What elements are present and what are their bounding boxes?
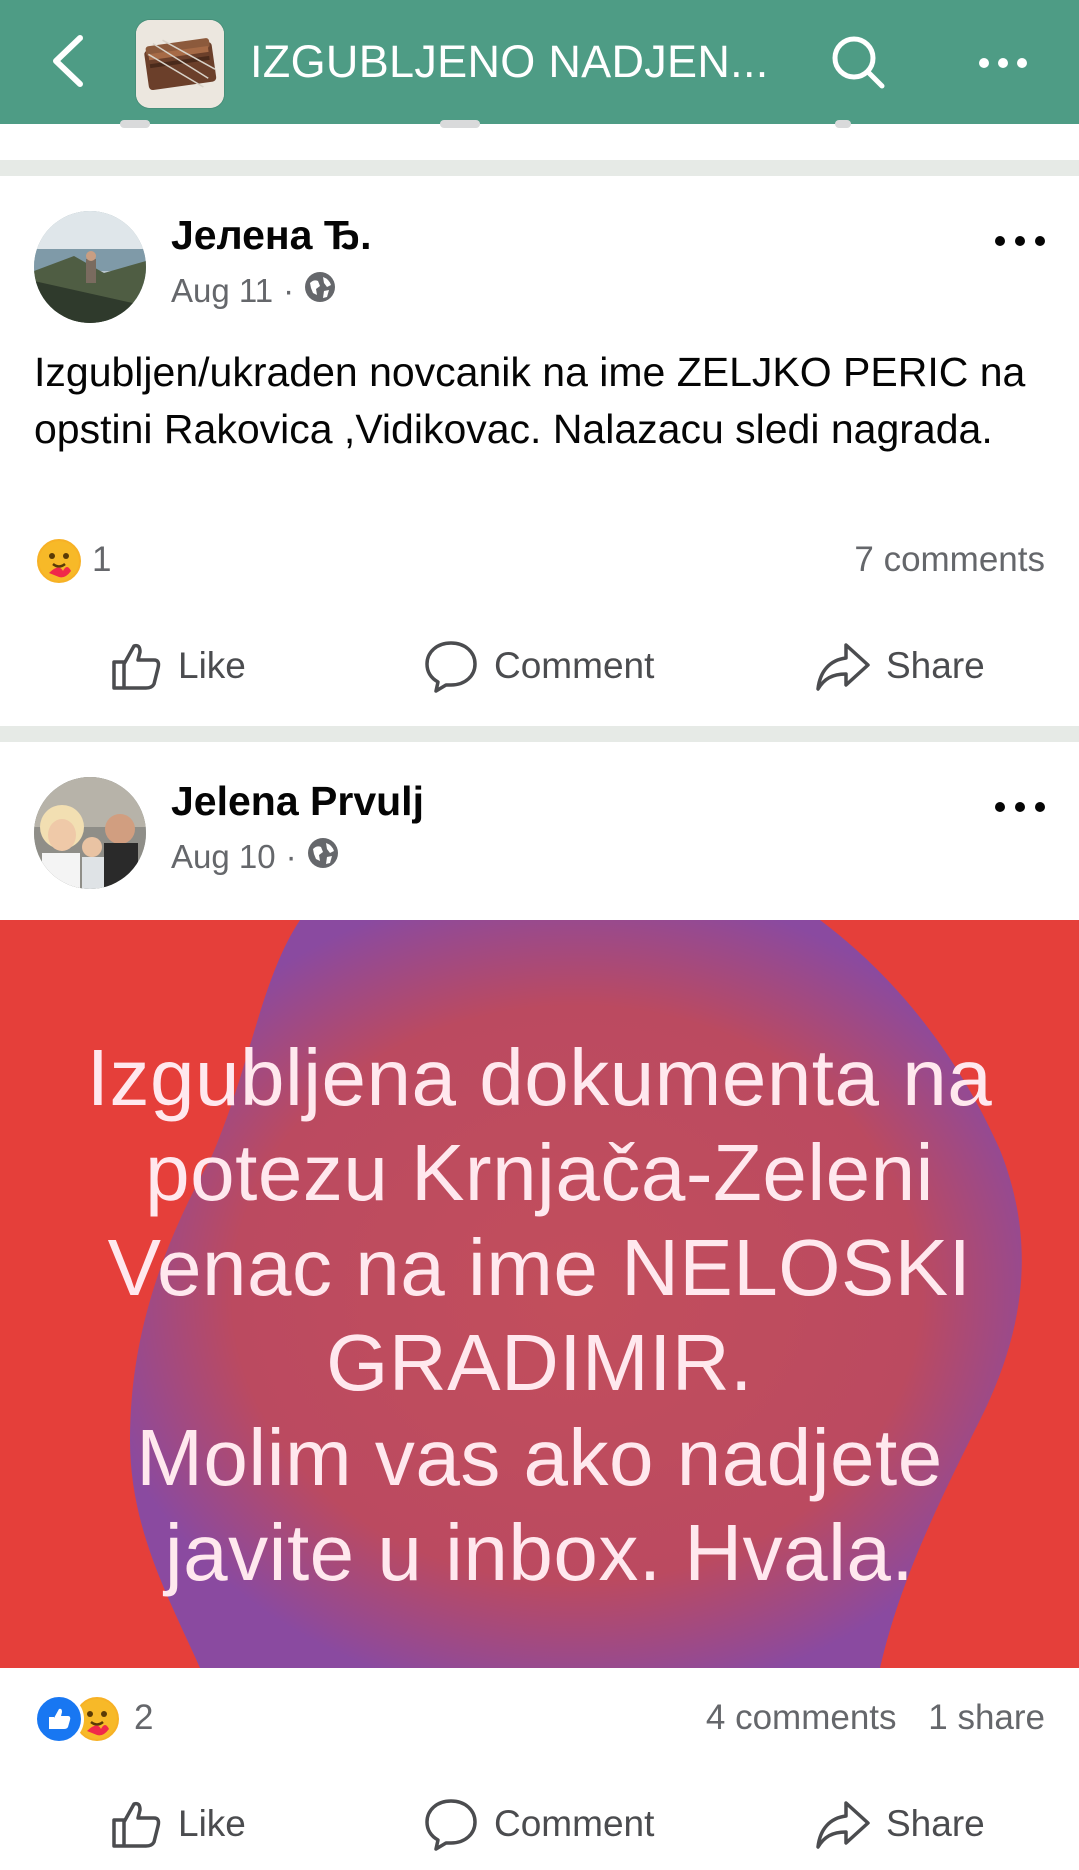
comments-count[interactable]: 7 comments xyxy=(854,540,1045,579)
image-caption-text: Izgubljena dokumenta na potezu Krnjača-Z… xyxy=(86,1033,993,1597)
like-reaction-icon xyxy=(34,1694,84,1744)
meta-separator: · xyxy=(283,272,295,309)
comment-button[interactable]: Comment xyxy=(422,1784,654,1864)
shares-count[interactable]: 1 share xyxy=(928,1698,1045,1737)
reaction-count: 2 xyxy=(134,1698,154,1737)
post-author[interactable]: Јелена Ђ. xyxy=(171,212,372,259)
post-divider xyxy=(0,160,1079,176)
post-image[interactable]: Izgubljena dokumenta na potezu Krnjača-Z… xyxy=(0,920,1079,1668)
globe-icon xyxy=(307,837,339,877)
more-dots-icon[interactable] xyxy=(970,30,1036,96)
post-divider xyxy=(0,726,1079,742)
reactions-summary[interactable]: 2 4 comments 1 share xyxy=(34,1694,1045,1744)
reactions-summary[interactable]: 1 7 comments xyxy=(34,536,1045,586)
post-stats[interactable]: 7 comments xyxy=(832,540,1045,580)
post-actions: Like Comment Share xyxy=(0,626,1079,706)
post-options-icon[interactable] xyxy=(990,226,1050,256)
group-cover-thumbnail[interactable] xyxy=(136,20,224,108)
post-actions: Like Comment Share xyxy=(0,1784,1079,1864)
share-icon xyxy=(814,637,872,695)
comment-icon xyxy=(422,1795,480,1853)
post-meta: Aug 11 · xyxy=(171,271,336,311)
like-icon xyxy=(108,638,164,694)
comment-icon xyxy=(422,637,480,695)
search-icon[interactable] xyxy=(826,30,892,96)
globe-icon xyxy=(304,271,336,311)
comment-label: Comment xyxy=(494,1803,655,1844)
like-icon xyxy=(108,1796,164,1852)
share-icon xyxy=(814,1795,872,1853)
like-button[interactable]: Like xyxy=(108,1784,246,1864)
chevron-left-icon[interactable] xyxy=(40,26,100,96)
meta-separator: · xyxy=(285,838,297,875)
like-button[interactable]: Like xyxy=(108,626,246,706)
author-avatar[interactable] xyxy=(34,211,146,323)
post-card: Јелена Ђ. Aug 11 · Izgubljen/ukraden nov… xyxy=(0,176,1079,726)
like-label: Like xyxy=(178,1803,246,1844)
post-meta: Aug 10 · xyxy=(171,837,339,877)
comment-button[interactable]: Comment xyxy=(422,626,654,706)
post-options-icon[interactable] xyxy=(990,792,1050,822)
group-header-bar: IZGUBLJENO NADJEN... xyxy=(0,0,1079,124)
share-button[interactable]: Share xyxy=(814,626,985,706)
post-date[interactable]: Aug 11 xyxy=(171,272,273,310)
author-avatar[interactable] xyxy=(34,777,146,889)
post-text: Izgubljen/ukraden novcanik na ime ZELJKO… xyxy=(34,349,1026,452)
post-date[interactable]: Aug 10 xyxy=(171,838,276,876)
like-label: Like xyxy=(178,645,246,686)
previous-post-edge xyxy=(0,120,1079,160)
comment-label: Comment xyxy=(494,645,655,686)
reaction-count: 1 xyxy=(92,540,112,579)
share-label: Share xyxy=(886,1803,985,1844)
share-button[interactable]: Share xyxy=(814,1784,985,1864)
post-stats[interactable]: 4 comments 1 share xyxy=(684,1698,1045,1738)
comments-count[interactable]: 4 comments xyxy=(706,1698,897,1737)
group-title[interactable]: IZGUBLJENO NADJEN... xyxy=(250,36,770,88)
care-reaction-icon xyxy=(34,536,84,586)
post-author[interactable]: Jelena Prvulj xyxy=(171,778,424,825)
share-label: Share xyxy=(886,645,985,686)
